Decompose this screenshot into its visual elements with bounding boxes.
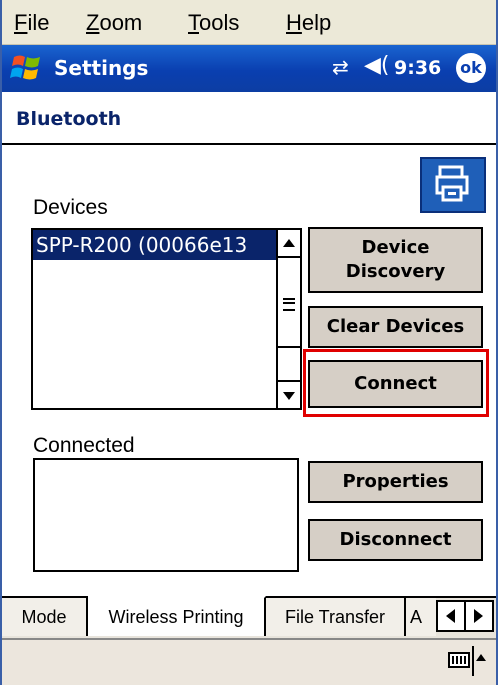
down-arrow-icon (283, 392, 295, 400)
menu-zoom[interactable]: Zoom (86, 10, 142, 36)
connectivity-icon[interactable]: ⇄ (332, 55, 349, 79)
devices-listbox[interactable]: SPP-R200 (00066e13 (31, 228, 302, 410)
connect-highlight-box (303, 349, 489, 417)
tab-wireless-printing[interactable]: Wireless Printing (88, 596, 266, 636)
window-title: Settings (54, 56, 149, 80)
grip-icon (283, 298, 295, 311)
tab-mode[interactable]: Mode (2, 598, 88, 636)
devices-label: Devices (33, 196, 108, 219)
menu-file[interactable]: File (14, 10, 49, 36)
clear-devices-button[interactable]: Clear Devices (308, 306, 483, 348)
scroll-up-button[interactable] (278, 230, 300, 258)
printer-icon (435, 165, 469, 202)
tab-arrows-divider (464, 602, 466, 630)
device-discovery-label-line1: Device (361, 237, 430, 258)
menu-help[interactable]: Help (286, 10, 331, 36)
scroll-down-button[interactable] (278, 380, 300, 408)
device-list-item[interactable]: SPP-R200 (00066e13 (33, 230, 276, 260)
device-screen: File Zoom Tools Help Settings ⇄ ◀( 9:36 … (0, 0, 498, 685)
page-title: Bluetooth (16, 108, 122, 130)
command-bar (2, 638, 496, 685)
scroll-thumb[interactable] (278, 258, 300, 348)
clock[interactable]: 9:36 (394, 57, 441, 79)
emulator-menubar: File Zoom Tools Help (2, 0, 496, 45)
connected-label: Connected (33, 434, 135, 457)
print-button[interactable] (420, 157, 486, 213)
up-arrow-icon (283, 239, 295, 247)
device-discovery-label-line2: Discovery (345, 261, 446, 282)
disconnect-button[interactable]: Disconnect (308, 519, 483, 561)
devices-scrollbar[interactable] (276, 230, 300, 408)
tab-truncated[interactable]: A (406, 598, 436, 636)
connected-listbox[interactable] (33, 458, 299, 572)
tab-scroll-right-icon[interactable] (474, 609, 483, 623)
properties-button[interactable]: Properties (308, 461, 483, 503)
keyboard-icon[interactable] (448, 652, 470, 668)
tab-strip: Mode Wireless Printing File Transfer A (2, 596, 496, 638)
input-panel-arrow-icon[interactable] (476, 654, 486, 661)
title-divider (2, 143, 496, 145)
tab-scroll-arrows (436, 600, 494, 632)
menu-tools[interactable]: Tools (188, 10, 239, 36)
ok-button[interactable]: ok (456, 53, 486, 83)
volume-icon[interactable]: ◀( (364, 53, 390, 78)
tab-scroll-left-icon[interactable] (446, 609, 455, 623)
device-discovery-button[interactable]: Device Discovery (308, 227, 483, 293)
input-panel-divider (472, 646, 474, 676)
tab-file-transfer[interactable]: File Transfer (266, 598, 406, 636)
title-bar: Settings ⇄ ◀( 9:36 ok (2, 45, 496, 92)
windows-start-icon[interactable] (10, 51, 44, 85)
